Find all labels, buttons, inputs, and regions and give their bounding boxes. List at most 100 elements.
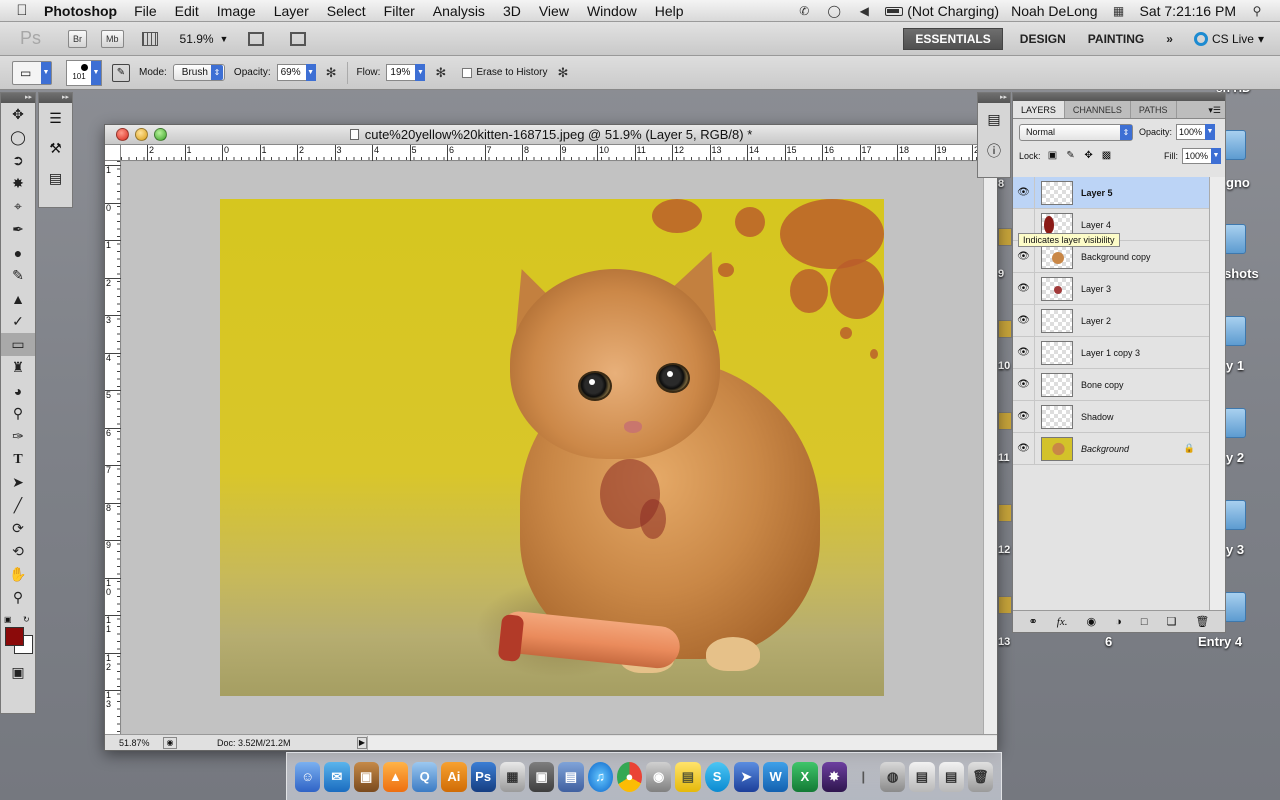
brush-panel-toggle-icon[interactable]: ✎ bbox=[112, 63, 130, 82]
histogram-icon[interactable]: ▤ bbox=[978, 103, 1010, 135]
desktop-thumb[interactable] bbox=[998, 412, 1012, 430]
add-mask-icon[interactable]: ◉ bbox=[1087, 615, 1097, 628]
menu-edit[interactable]: Edit bbox=[166, 3, 208, 19]
xcode-icon[interactable]: ➤ bbox=[733, 761, 759, 792]
chat-bubble-icon[interactable]: ◯ bbox=[825, 4, 843, 18]
clock[interactable]: Sat 7:21:16 PM bbox=[1139, 3, 1236, 19]
panel-header[interactable] bbox=[1013, 93, 1225, 101]
crop-tool-icon[interactable]: ⌖ bbox=[1, 195, 35, 218]
iphoto-icon[interactable]: ▣ bbox=[353, 761, 379, 792]
layer-row[interactable]: 👁 Bone copy bbox=[1013, 368, 1209, 401]
trash-can-icon[interactable]: 🗑 bbox=[967, 761, 993, 792]
eraser-tool-icon[interactable]: ▭ bbox=[1, 333, 35, 356]
visibility-eye-icon[interactable]: 👁 bbox=[1013, 400, 1035, 433]
3d-rotate-tool-icon[interactable]: ⟳ bbox=[1, 517, 35, 540]
layer-row[interactable]: 👁 Layer 3 bbox=[1013, 272, 1209, 305]
layer-row[interactable]: 👁 Shadow bbox=[1013, 400, 1209, 433]
default-colors-icon[interactable]: ▣ bbox=[4, 615, 12, 624]
tab-channels[interactable]: CHANNELS bbox=[1065, 101, 1131, 118]
desktop-folder-icon[interactable] bbox=[1224, 592, 1246, 622]
zoom-percentage[interactable]: 51.87% bbox=[105, 738, 157, 748]
opacity-dropdown-icon[interactable]: ▼ bbox=[305, 64, 316, 81]
workspace-painting[interactable]: PAINTING bbox=[1077, 32, 1155, 46]
mini-bridge-button[interactable]: Mb bbox=[101, 29, 124, 48]
path-selection-tool-icon[interactable]: ➤ bbox=[1, 471, 35, 494]
vertical-ruler[interactable]: 101234567891 01 11 21 3 bbox=[105, 161, 121, 734]
opacity-field[interactable]: 69% bbox=[276, 64, 307, 81]
visibility-eye-icon[interactable]: 👁 bbox=[1013, 368, 1035, 401]
new-group-icon[interactable]: □ bbox=[1141, 616, 1148, 628]
desktop-thumb[interactable] bbox=[998, 320, 1012, 338]
canvas-area[interactable] bbox=[122, 162, 983, 734]
desktop-folder-icon[interactable] bbox=[1224, 500, 1246, 530]
volume-icon[interactable]: ◀ bbox=[855, 4, 873, 18]
document-title-bar[interactable]: cute%20yellow%20kitten-168715.jpeg @ 51.… bbox=[105, 125, 997, 145]
zoom-tool-icon[interactable]: ⚲ bbox=[1, 586, 35, 609]
layer-opacity-field[interactable]: 100% bbox=[1176, 124, 1207, 140]
history-brush-tool-icon[interactable]: ✓ bbox=[1, 310, 35, 333]
tab-paths[interactable]: PATHS bbox=[1131, 101, 1177, 118]
lasso-tool-icon[interactable]: ➲ bbox=[1, 149, 35, 172]
quick-mask-icon[interactable]: ▣ bbox=[1, 661, 35, 684]
tablet-pressure-size-icon[interactable]: ✻ bbox=[557, 65, 568, 81]
arrange-documents-icon[interactable] bbox=[248, 31, 265, 46]
desktop-thumb[interactable] bbox=[998, 504, 1012, 522]
desktop-label[interactable]: y 1 bbox=[1226, 358, 1244, 373]
view-extras-icon[interactable] bbox=[141, 31, 158, 46]
dodge-tool-icon[interactable]: ⚲ bbox=[1, 402, 35, 425]
menu-file[interactable]: File bbox=[125, 3, 166, 19]
brush-presets-icon[interactable]: ☰ bbox=[39, 103, 72, 133]
desktop-folder-icon[interactable] bbox=[1224, 408, 1246, 438]
status-info-icon[interactable]: ◉ bbox=[163, 736, 177, 749]
quicktime-icon[interactable]: Q bbox=[412, 761, 438, 792]
lock-position-icon[interactable]: ✥ bbox=[1083, 150, 1095, 162]
mode-select[interactable]: Brush bbox=[172, 64, 225, 81]
finder-icon[interactable]: ☺ bbox=[295, 761, 321, 792]
close-window-button[interactable] bbox=[116, 128, 129, 141]
desktop-folder-icon[interactable] bbox=[1224, 130, 1246, 160]
link-layers-icon[interactable]: ⚭ bbox=[1029, 615, 1038, 628]
menu-select[interactable]: Select bbox=[318, 3, 375, 19]
panel-header[interactable]: ▸▸ bbox=[39, 93, 72, 103]
tool-presets-icon[interactable]: ▤ bbox=[39, 163, 72, 193]
visibility-eye-icon[interactable]: 👁 bbox=[1013, 176, 1035, 209]
illustrator-icon[interactable]: Ai bbox=[441, 761, 467, 792]
3d-orbit-tool-icon[interactable]: ⟲ bbox=[1, 540, 35, 563]
swap-colors-icon[interactable]: ↻ bbox=[23, 615, 30, 624]
info-icon[interactable]: ⓘ bbox=[978, 135, 1010, 167]
desktop-thumb[interactable] bbox=[998, 228, 1012, 246]
desktop-thumb[interactable] bbox=[998, 596, 1012, 614]
tab-layers[interactable]: LAYERS bbox=[1013, 101, 1065, 118]
skype-icon[interactable]: S bbox=[704, 761, 730, 792]
desktop-label[interactable]: Entry 4 bbox=[1198, 634, 1242, 649]
layer-style-icon[interactable]: fx. bbox=[1057, 616, 1068, 628]
pen-tool-icon[interactable]: ✑ bbox=[1, 425, 35, 448]
desktop-label[interactable]: 6 bbox=[1105, 634, 1112, 649]
image-capture-icon[interactable]: ▣ bbox=[529, 761, 555, 792]
menu-filter[interactable]: Filter bbox=[375, 3, 424, 19]
hand-tool-icon[interactable]: ✋ bbox=[1, 563, 35, 586]
tool-preset-picker[interactable]: ▭ ▼ bbox=[12, 60, 52, 85]
preview-icon[interactable]: ▦ bbox=[499, 761, 525, 792]
desktop-label[interactable]: y 2 bbox=[1226, 450, 1244, 465]
visibility-eye-icon[interactable]: 👁 bbox=[1013, 336, 1035, 369]
chevron-down-icon[interactable]: ▼ bbox=[220, 34, 229, 44]
bridge-button[interactable]: Br bbox=[68, 29, 87, 48]
desktop-label[interactable]: y 3 bbox=[1226, 542, 1244, 557]
healing-brush-tool-icon[interactable]: ● bbox=[1, 241, 35, 264]
quick-selection-tool-icon[interactable]: ✸ bbox=[1, 172, 35, 195]
menu-layer[interactable]: Layer bbox=[265, 3, 318, 19]
menu-help[interactable]: Help bbox=[646, 3, 693, 19]
desktop-folder-icon[interactable] bbox=[1224, 316, 1246, 346]
lock-image-pixels-icon[interactable]: ✎ bbox=[1065, 150, 1077, 162]
menu-analysis[interactable]: Analysis bbox=[424, 3, 494, 19]
menu-3d[interactable]: 3D bbox=[494, 3, 530, 19]
cs-live-button[interactable]: CS Live ▾ bbox=[1193, 32, 1280, 46]
fill-field[interactable]: 100% bbox=[1182, 148, 1212, 164]
blend-mode-select[interactable]: Normal bbox=[1019, 123, 1133, 141]
excel-icon[interactable]: X bbox=[792, 761, 818, 792]
canvas-image[interactable] bbox=[220, 199, 884, 696]
screenshots-stack-icon[interactable]: ▤ bbox=[938, 761, 964, 792]
erase-to-history-checkbox[interactable] bbox=[462, 67, 473, 78]
paint-bucket-tool-icon[interactable]: ♜ bbox=[1, 356, 35, 379]
